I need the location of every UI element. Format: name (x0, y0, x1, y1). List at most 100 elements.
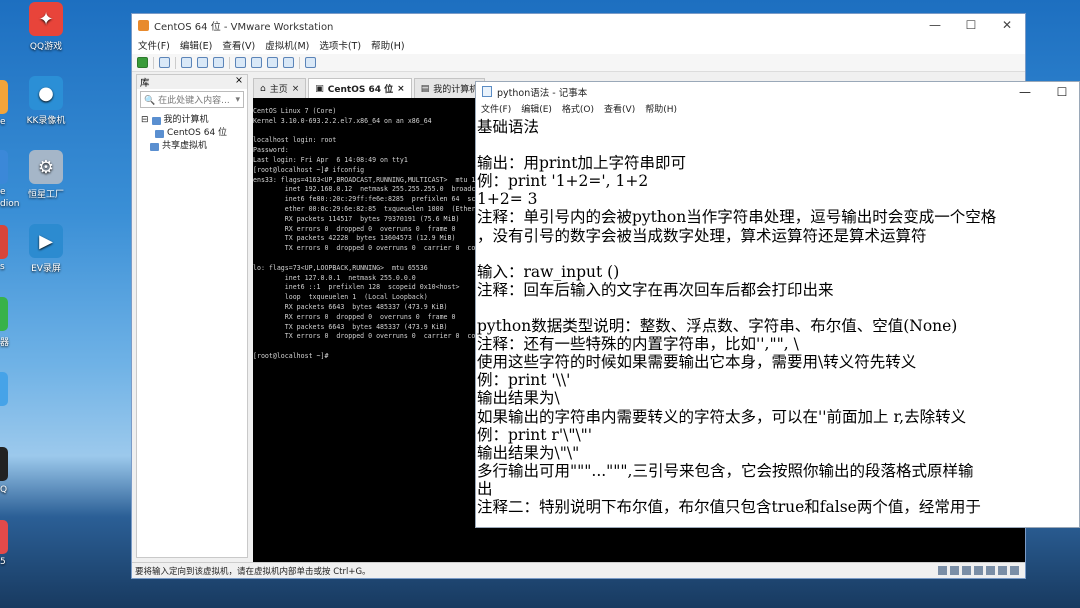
usb-icon[interactable] (974, 566, 983, 575)
desktop-icon-factory[interactable]: ⚙ 恒星工厂 (6, 150, 86, 200)
notepad-titlebar[interactable]: python语法 - 记事本 — ☐ (476, 82, 1079, 101)
notepad-line: 输入：raw_input () (477, 262, 620, 281)
chevron-down-icon[interactable]: ▾ (235, 95, 240, 105)
notepad-line: ，没有引号的数字会被当成数字处理，算术运算符还是算术运算符 (477, 226, 927, 245)
notepad-line: 输出结果为\"\" (477, 443, 580, 462)
edge-label: s (0, 262, 5, 272)
fullscreen-icon[interactable] (267, 57, 278, 68)
menu-bar: 文件(F) 编辑(E) 查看(V) 虚拟机(M) 选项卡(T) 帮助(H) (132, 36, 1025, 54)
notepad-icon (482, 86, 492, 97)
desktop-icon-qq-game[interactable]: ✦ QQ游戏 (6, 2, 86, 52)
library-close-icon[interactable]: × (235, 75, 243, 89)
notepad-line: 如果输出的字符串内需要转义的字符太多，可以在''前面加上 r,去除转义 (477, 407, 967, 426)
close-button[interactable]: ✕ (989, 18, 1025, 32)
display-icon[interactable] (1010, 566, 1019, 575)
thumbnail-view-icon[interactable] (251, 57, 262, 68)
cdrom-icon[interactable] (950, 566, 959, 575)
sound-icon[interactable] (986, 566, 995, 575)
tree-label: 共享虚拟机 (162, 141, 208, 151)
desktop-icon-kk-recorder[interactable]: ● KK录像机 (6, 76, 86, 126)
ev-recorder-icon: ▶ (29, 224, 63, 258)
notepad-line: 输出结果为\ (477, 389, 560, 408)
send-keys-icon[interactable] (159, 57, 170, 68)
minimize-button[interactable]: — (917, 18, 953, 32)
library-view-icon[interactable] (235, 57, 246, 68)
notepad-line (477, 299, 1079, 317)
notepad-line: 多行输出可用"""...""",三引号来包含，它会按照你输出的段落格式原样输 (477, 461, 974, 480)
edge-icon-red2[interactable] (0, 520, 8, 554)
edge-label: e (0, 187, 6, 197)
home-icon: ⌂ (260, 83, 266, 94)
np-menu-view[interactable]: 查看(V) (604, 102, 635, 115)
library-header: 库 (140, 78, 150, 89)
tree-item-shared-vms[interactable]: 共享虚拟机 (141, 140, 247, 153)
edge-label: 5 (0, 557, 6, 567)
notepad-line: 使用这些字符的时候如果需要输出它本身，需要用\转义符先转义 (477, 353, 917, 372)
edge-icon-green[interactable] (0, 297, 8, 331)
edge-icon-lightblue[interactable] (0, 372, 8, 406)
notepad-line: 1+2= 3 (477, 190, 538, 209)
edge-label: Q (0, 485, 8, 495)
desktop-icon-label: QQ游戏 (29, 42, 63, 52)
menu-tabs[interactable]: 选项卡(T) (319, 38, 361, 52)
tab-home[interactable]: ⌂ 主页 × (253, 78, 307, 98)
edge-icon-blue[interactable] (0, 150, 8, 184)
vm-icon: ▣ (315, 83, 324, 94)
power-on-icon[interactable] (137, 57, 148, 68)
desktop-icon-ev-recorder[interactable]: ▶ EV录屏 (6, 224, 86, 274)
printer-icon[interactable] (998, 566, 1007, 575)
np-menu-file[interactable]: 文件(F) (481, 102, 511, 115)
notepad-line: 注释：单引号内的会被python当作字符串处理，逗号输出时会变成一个空格 (477, 208, 997, 227)
library-search-input[interactable]: 🔍 在此处键入内容... ▾ (140, 91, 244, 108)
network-icon[interactable] (962, 566, 971, 575)
menu-file[interactable]: 文件(F) (138, 38, 170, 52)
unity-icon[interactable] (283, 57, 294, 68)
menu-view[interactable]: 查看(V) (222, 38, 255, 52)
search-icon: 🔍 (144, 96, 156, 106)
tree-item-my-computer[interactable]: ⊟ 我的计算机 (141, 114, 247, 127)
tree-item-centos[interactable]: CentOS 64 位 (141, 127, 247, 140)
desktop-icon-label: KK录像机 (26, 116, 66, 126)
window-title: CentOS 64 位 - VMware Workstation (154, 21, 334, 33)
edge-icon-red[interactable] (0, 225, 8, 259)
library-panel: 库 × 🔍 在此处键入内容... ▾ ⊟ 我的计算机 CentOS 64 位 共… (136, 74, 248, 558)
kk-recorder-icon: ● (29, 76, 63, 110)
edge-icon-orange[interactable] (0, 80, 8, 114)
edge-icon-black[interactable] (0, 447, 8, 481)
np-menu-help[interactable]: 帮助(H) (645, 102, 677, 115)
snapshot-manager-icon[interactable] (213, 57, 224, 68)
hdd-icon[interactable] (938, 566, 947, 575)
notepad-text-area[interactable]: 基础语法 输出：用print加上字符串即可 例：print '1+2=', 1+2… (476, 116, 1079, 516)
close-icon[interactable]: × (397, 84, 405, 94)
snapshot-icon[interactable] (181, 57, 192, 68)
vmware-titlebar[interactable]: CentOS 64 位 - VMware Workstation — ☐ ✕ (132, 14, 1025, 36)
collapse-icon[interactable]: ⊟ (141, 114, 149, 127)
np-menu-format[interactable]: 格式(O) (562, 102, 594, 115)
console-view-icon[interactable] (305, 57, 316, 68)
notepad-line: python数据类型说明：整数、浮点数、字符串、布尔值、空值(None) (477, 317, 958, 336)
computer-icon: ▤ (420, 83, 430, 94)
factory-icon: ⚙ (29, 150, 63, 184)
menu-help[interactable]: 帮助(H) (371, 38, 405, 52)
revert-snapshot-icon[interactable] (197, 57, 208, 68)
vm-icon (155, 129, 164, 138)
menu-vm[interactable]: 虚拟机(M) (265, 38, 309, 52)
notepad-line: 例：print r'\"\"' (477, 425, 593, 444)
close-icon[interactable]: × (292, 84, 300, 94)
toolbar-separator (229, 56, 230, 69)
notepad-menu: 文件(F) 编辑(E) 格式(O) 查看(V) 帮助(H) (476, 101, 1079, 116)
library-tree: ⊟ 我的计算机 CentOS 64 位 共享虚拟机 (137, 110, 247, 153)
np-menu-edit[interactable]: 编辑(E) (521, 102, 552, 115)
notepad-line: 基础语法 (477, 118, 540, 136)
tab-centos[interactable]: ▣ CentOS 64 位 × (308, 78, 412, 98)
notepad-line (477, 136, 1079, 154)
notepad-minimize-button[interactable]: — (1008, 85, 1042, 99)
menu-edit[interactable]: 编辑(E) (180, 38, 212, 52)
notepad-maximize-button[interactable]: ☐ (1045, 85, 1079, 99)
toolbar-separator (175, 56, 176, 69)
toolbar-separator (153, 56, 154, 69)
vmware-app-icon (138, 19, 149, 31)
maximize-button[interactable]: ☐ (953, 18, 989, 32)
edge-label: e (0, 117, 6, 127)
edge-label: 器 (0, 338, 10, 348)
